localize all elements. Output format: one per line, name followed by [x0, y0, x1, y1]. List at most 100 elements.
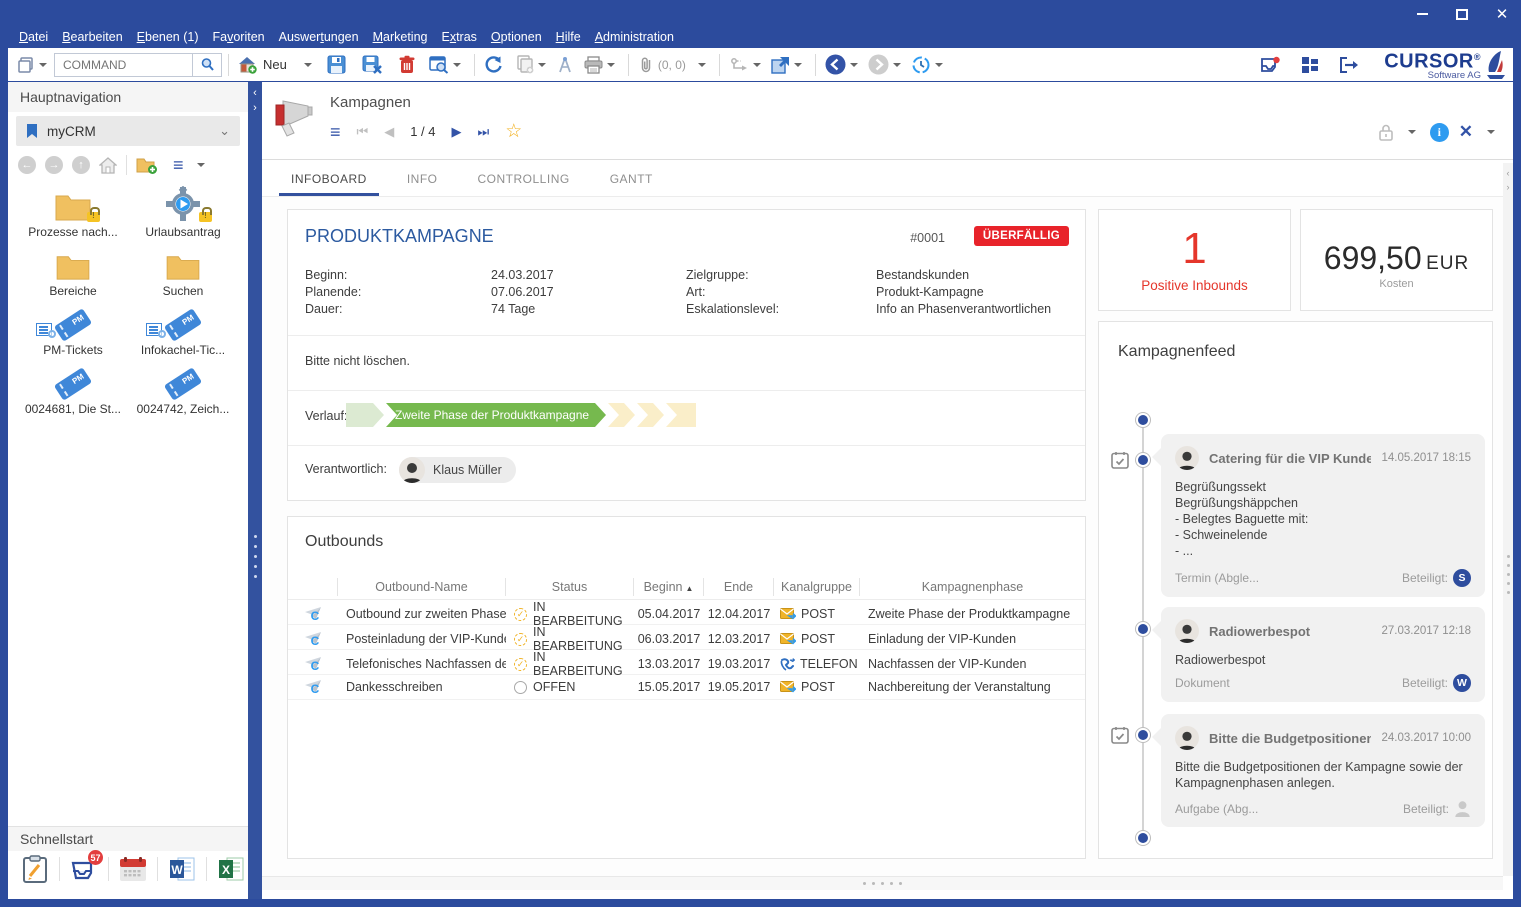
right-splitter[interactable]: ‹ › [1503, 163, 1513, 876]
lock-icon[interactable] [1378, 123, 1394, 141]
menu-favoriten[interactable]: Favoriten [206, 30, 272, 44]
navigate-forward-button[interactable] [865, 52, 908, 77]
workflow-button[interactable] [726, 54, 768, 76]
quickstart-excel-button[interactable]: X [214, 854, 248, 884]
sidebar-item-suchen[interactable]: Suchen [128, 241, 238, 298]
participant-badge[interactable]: W [1453, 674, 1471, 692]
delete-button[interactable] [396, 53, 418, 76]
phone-icon [780, 658, 795, 671]
sidebar-item-infokachel-tickets[interactable]: Infokachel-Tic... [128, 300, 238, 357]
menu-auswertungen[interactable]: Auswertungen [272, 30, 366, 44]
column-header-kanalgruppe[interactable]: Kanalgruppe [774, 578, 860, 596]
responsible-chip[interactable]: Klaus Müller [399, 457, 516, 483]
save-button[interactable] [324, 53, 349, 76]
history-button[interactable] [908, 53, 950, 77]
neu-button[interactable]: Neu [235, 54, 290, 76]
workspace-selector[interactable]: myCRM ⌄ [16, 116, 240, 146]
previous-record-button[interactable]: ◀ [384, 124, 394, 140]
refresh-button[interactable] [481, 53, 506, 76]
column-header-status[interactable]: Status [506, 578, 634, 596]
sidebar-item-bereiche[interactable]: Bereiche [18, 241, 128, 298]
menu-marketing[interactable]: Marketing [366, 30, 435, 44]
nav-back-button[interactable]: ← [18, 156, 36, 174]
info-icon[interactable]: i [1430, 123, 1449, 142]
expand-right-icon[interactable]: › [1503, 180, 1513, 194]
collapse-left-icon[interactable]: ‹ [1503, 166, 1513, 180]
menu-bearbeiten[interactable]: Bearbeiten [55, 30, 129, 44]
nav-up-button[interactable]: ↑ [72, 156, 90, 174]
relations-button[interactable] [553, 54, 577, 76]
maximize-button[interactable] [1449, 4, 1475, 24]
command-input[interactable] [54, 53, 192, 77]
menu-hilfe[interactable]: Hilfe [549, 30, 588, 44]
horizontal-splitter[interactable] [262, 876, 1503, 890]
navigate-back-button[interactable] [822, 52, 865, 77]
command-search-button[interactable] [192, 53, 222, 77]
table-row[interactable]: C Posteinladung der VIP-Kunden ✓IN BEARB… [288, 625, 1085, 650]
table-row[interactable]: C Outbound zur zweiten Phase ✓IN BEARBEI… [288, 600, 1085, 625]
nav-forward-button[interactable]: → [45, 156, 63, 174]
column-header-icon[interactable] [288, 578, 338, 596]
tab-infoboard[interactable]: INFOBOARD [279, 164, 379, 196]
minimize-button[interactable] [1409, 4, 1435, 24]
tab-controlling[interactable]: CONTROLLING [466, 164, 582, 196]
phase-future-segment[interactable] [608, 403, 635, 427]
save-close-button[interactable] [359, 53, 386, 76]
add-folder-icon[interactable] [136, 156, 158, 175]
expand-right-icon[interactable]: › [248, 101, 262, 116]
last-record-button[interactable]: ⏭ [478, 124, 490, 140]
phase-done-segment[interactable] [346, 403, 384, 427]
splitter-handle[interactable] [248, 535, 262, 578]
table-row[interactable]: C Dankesschreiben OFFEN 15.05.2017 19.05… [288, 675, 1085, 700]
close-button[interactable]: ✕ [1489, 4, 1515, 24]
logout-button[interactable] [1336, 54, 1362, 76]
search-records-button[interactable] [426, 54, 468, 76]
quickstart-notes-button[interactable] [18, 854, 52, 884]
phase-future-segment[interactable] [637, 403, 664, 427]
feed-item-catering[interactable]: Catering für die VIP Kunden 14.05.2017 1… [1161, 434, 1485, 597]
sidebar-item-ticket-0024742[interactable]: 0024742, Zeich... [128, 359, 238, 416]
menu-datei[interactable]: Datei [12, 30, 55, 44]
favorite-star-icon[interactable]: ☆ [505, 120, 522, 143]
column-header-kampagnenphase[interactable]: Kampagnenphase [860, 578, 1085, 596]
open-new-window-button[interactable] [768, 54, 809, 76]
next-record-button[interactable]: ▶ [452, 124, 462, 140]
tab-info[interactable]: INFO [395, 164, 450, 196]
quickstart-word-button[interactable]: W [165, 854, 199, 884]
sidebar-item-ticket-0024681[interactable]: 0024681, Die St... [18, 359, 128, 416]
attachments-button[interactable]: (0, 0) [635, 54, 713, 75]
quickstart-inbox-button[interactable]: 57 [67, 854, 101, 884]
feed-item-title: Radiowerbespot [1209, 624, 1371, 639]
sidebar-item-prozesse[interactable]: Prozesse nach... [18, 182, 128, 239]
splitter-handle[interactable] [1503, 555, 1513, 594]
close-record-icon[interactable]: ✕ [1459, 122, 1473, 142]
feed-item-budgetpositionen[interactable]: Bitte die Budgetpositionen an... 24.03.2… [1161, 714, 1485, 827]
column-header-ende[interactable]: Ende [704, 578, 774, 596]
sidebar-item-urlaubsantrag[interactable]: Urlaubsantrag [128, 182, 238, 239]
record-menu-icon[interactable]: ≡ [330, 125, 341, 139]
sidebar-item-pm-tickets[interactable]: PM-Tickets [18, 300, 128, 357]
collapse-left-icon[interactable]: ‹ [248, 86, 262, 101]
view-menu-icon[interactable]: ≡ [173, 158, 184, 172]
menu-administration[interactable]: Administration [588, 30, 681, 44]
home-icon[interactable] [99, 157, 117, 174]
first-record-button[interactable]: ⏮ [357, 124, 369, 140]
tab-gantt[interactable]: GANTT [598, 164, 665, 196]
menu-ebenen[interactable]: Ebenen (1) [130, 30, 206, 44]
column-header-name[interactable]: Outbound-Name [338, 578, 506, 596]
feed-item-radiowerbespot[interactable]: Radiowerbespot 27.03.2017 12:18 Radiower… [1161, 607, 1485, 702]
quickstart-calendar-button[interactable] [116, 854, 150, 884]
phase-future-segment[interactable] [666, 403, 696, 427]
table-row[interactable]: C Telefonisches Nachfassen der ✓IN BEARB… [288, 650, 1085, 675]
column-header-beginn[interactable]: Beginn▲ [634, 578, 704, 596]
modules-button[interactable] [1298, 54, 1322, 76]
menu-extras[interactable]: Extras [434, 30, 483, 44]
participant-badge[interactable]: S [1453, 569, 1471, 587]
notifications-button[interactable] [1256, 54, 1284, 76]
menu-optionen[interactable]: Optionen [484, 30, 549, 44]
phase-current-segment[interactable]: Zweite Phase der Produktkampagne [386, 403, 606, 427]
window-switch-button[interactable] [14, 54, 54, 76]
print-button[interactable] [581, 54, 622, 76]
copy-button[interactable] [512, 53, 553, 76]
sidebar-splitter[interactable]: ‹ › [248, 82, 262, 899]
